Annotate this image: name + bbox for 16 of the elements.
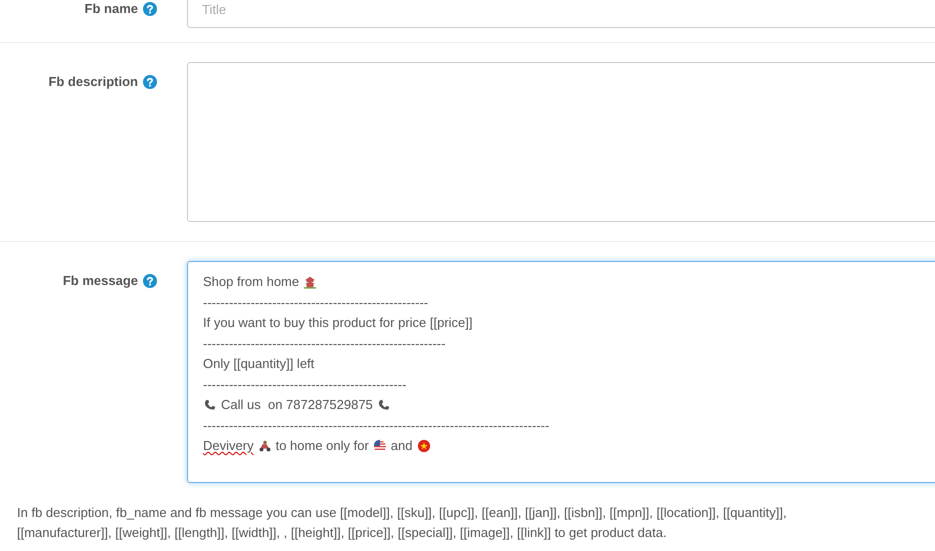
name-input[interactable]: Title [187,0,935,28]
field-label: Fb description [48,74,138,90]
message-text: Devivery [203,437,254,455]
field-label: Fb name [84,1,138,17]
separator-line-text: -------------------------------------------------------- [203,334,446,352]
help-text: In fb description, fb_name and fb message you can use [[model]], [[sku]], [[upc]], [[ean]], [[jan]], [[isbn]], [[mpn]], [[location]], [[quantity]], [[manufacturer]], [[weight]], [[length]], [[width]], , [[height]], [[price]], [[special]], [[image]], [[link]] to get product data. [17,504,788,542]
field-label: Fb message [62,273,138,289]
message-text: Call us on 787287529875 [221,396,373,414]
separator-line-text: -------------------------------------------------------------------------------- [203,416,550,434]
separator-line-text: ---------------------------------------------------- [203,294,428,312]
message-text: Shop from home [203,273,300,291]
message-text: and [390,437,412,455]
message-text: to home only for [276,437,369,455]
message-text: If you want to buy this product for price [[price]] [203,314,473,332]
separator-line-text: ----------------------------------------------- [203,376,406,394]
message-text: Only [[quantity]] left [203,355,314,373]
